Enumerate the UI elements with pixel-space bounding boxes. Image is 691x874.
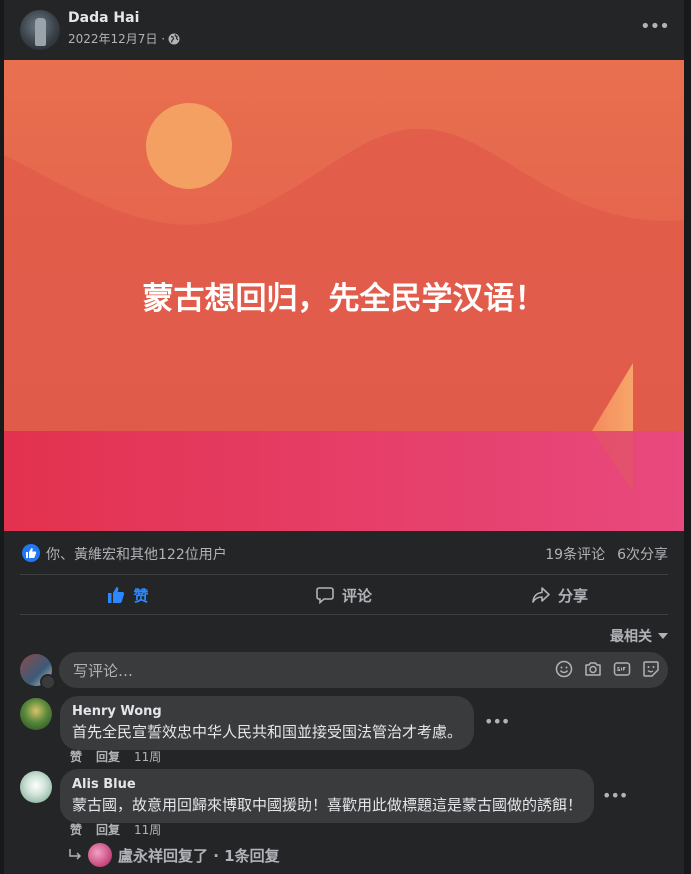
- share-button[interactable]: 分享: [452, 578, 668, 612]
- comment-actions: 赞 回复 11周: [70, 748, 161, 765]
- engagement-counts: 19条评论 6次分享: [545, 544, 668, 564]
- comment-timestamp[interactable]: 11周: [134, 821, 161, 838]
- comment-reply-button[interactable]: 回复: [96, 748, 120, 765]
- comment-like-button[interactable]: 赞: [70, 748, 82, 765]
- globe-icon: [168, 33, 180, 44]
- replies-summary: 盧永祥回复了 · 1条回复: [118, 846, 280, 865]
- like-reaction-icon[interactable]: [22, 544, 40, 562]
- comment-bubble: Alis Blue 蒙古國，故意用回歸來博取中國援助！喜歡用此做標題這是蒙古國做…: [60, 769, 595, 823]
- author-name[interactable]: Dada Hai: [68, 10, 139, 26]
- comment-button[interactable]: 评论: [236, 578, 452, 612]
- post-banner[interactable]: 蒙古想回归，先全民学汉语！: [4, 60, 684, 531]
- comment-options-icon[interactable]: •••: [602, 786, 628, 805]
- post-card: Dada Hai 2022年12月7日 · ••• 蒙古想回归，先全民学汉语！ …: [4, 0, 684, 874]
- comment-like-button[interactable]: 赞: [70, 821, 82, 838]
- emoji-icon[interactable]: [555, 660, 573, 678]
- comment-count[interactable]: 19条评论: [545, 544, 605, 564]
- sticker-icon[interactable]: [642, 660, 660, 678]
- comment-composer: [59, 652, 668, 690]
- post-options-icon[interactable]: •••: [640, 18, 670, 38]
- comment-text: 首先全民宣誓效忠中华人民共和国並接受国法管治才考慮。: [72, 723, 463, 741]
- author-avatar[interactable]: [20, 10, 60, 50]
- sort-label: 最相关: [610, 629, 652, 645]
- commenter-avatar[interactable]: [20, 698, 52, 730]
- composer-tools: [555, 660, 660, 678]
- comment-text: 蒙古國，故意用回歸來博取中國援助！喜歡用此做標題這是蒙古國做的誘餌！: [72, 796, 583, 814]
- post-date[interactable]: 2022年12月7日 ·: [68, 30, 165, 47]
- commenter-avatar[interactable]: [20, 771, 52, 803]
- like-button[interactable]: 赞: [20, 578, 236, 612]
- divider: [20, 614, 668, 615]
- gif-icon[interactable]: [613, 660, 631, 678]
- comment-author[interactable]: Alis Blue: [72, 777, 582, 792]
- replier-avatar: [88, 843, 112, 867]
- comment-options-icon[interactable]: •••: [484, 712, 510, 731]
- reaction-summary[interactable]: 你、黃維宏和其他122位用户: [46, 544, 227, 564]
- chevron-down-icon: [658, 633, 668, 639]
- divider: [20, 574, 668, 575]
- share-label: 分享: [557, 586, 588, 605]
- comment-reply-button[interactable]: 回复: [96, 821, 120, 838]
- reactions-bar: 你、黃維宏和其他122位用户 19条评论 6次分享: [4, 541, 684, 565]
- banner-text: 蒙古想回归，先全民学汉语！: [142, 281, 546, 317]
- share-count[interactable]: 6次分享: [617, 544, 668, 564]
- comment-bubble: Henry Wong 首先全民宣誓效忠中华人民共和国並接受国法管治才考慮。: [60, 696, 475, 750]
- post-header: Dada Hai 2022年12月7日 · •••: [4, 0, 684, 60]
- post-actions: 赞 评论 分享: [20, 578, 668, 612]
- view-replies-link[interactable]: 盧永祥回复了 · 1条回复: [68, 843, 280, 867]
- reply-arrow-icon: [69, 849, 82, 860]
- camera-icon[interactable]: [584, 660, 602, 678]
- share-icon: [532, 587, 550, 603]
- comment-input[interactable]: [71, 652, 535, 690]
- comment-author[interactable]: Henry Wong: [72, 704, 462, 719]
- chevron-down-icon[interactable]: [40, 674, 56, 690]
- comment-actions: 赞 回复 11周: [70, 821, 161, 838]
- post-meta: 2022年12月7日 ·: [68, 30, 180, 47]
- comment-icon: [316, 587, 334, 604]
- like-label: 赞: [133, 586, 149, 605]
- thumbs-up-icon: [108, 587, 125, 603]
- comment-timestamp[interactable]: 11周: [134, 748, 161, 765]
- comment-sort-dropdown[interactable]: 最相关: [610, 626, 668, 646]
- comment-label: 评论: [341, 586, 372, 605]
